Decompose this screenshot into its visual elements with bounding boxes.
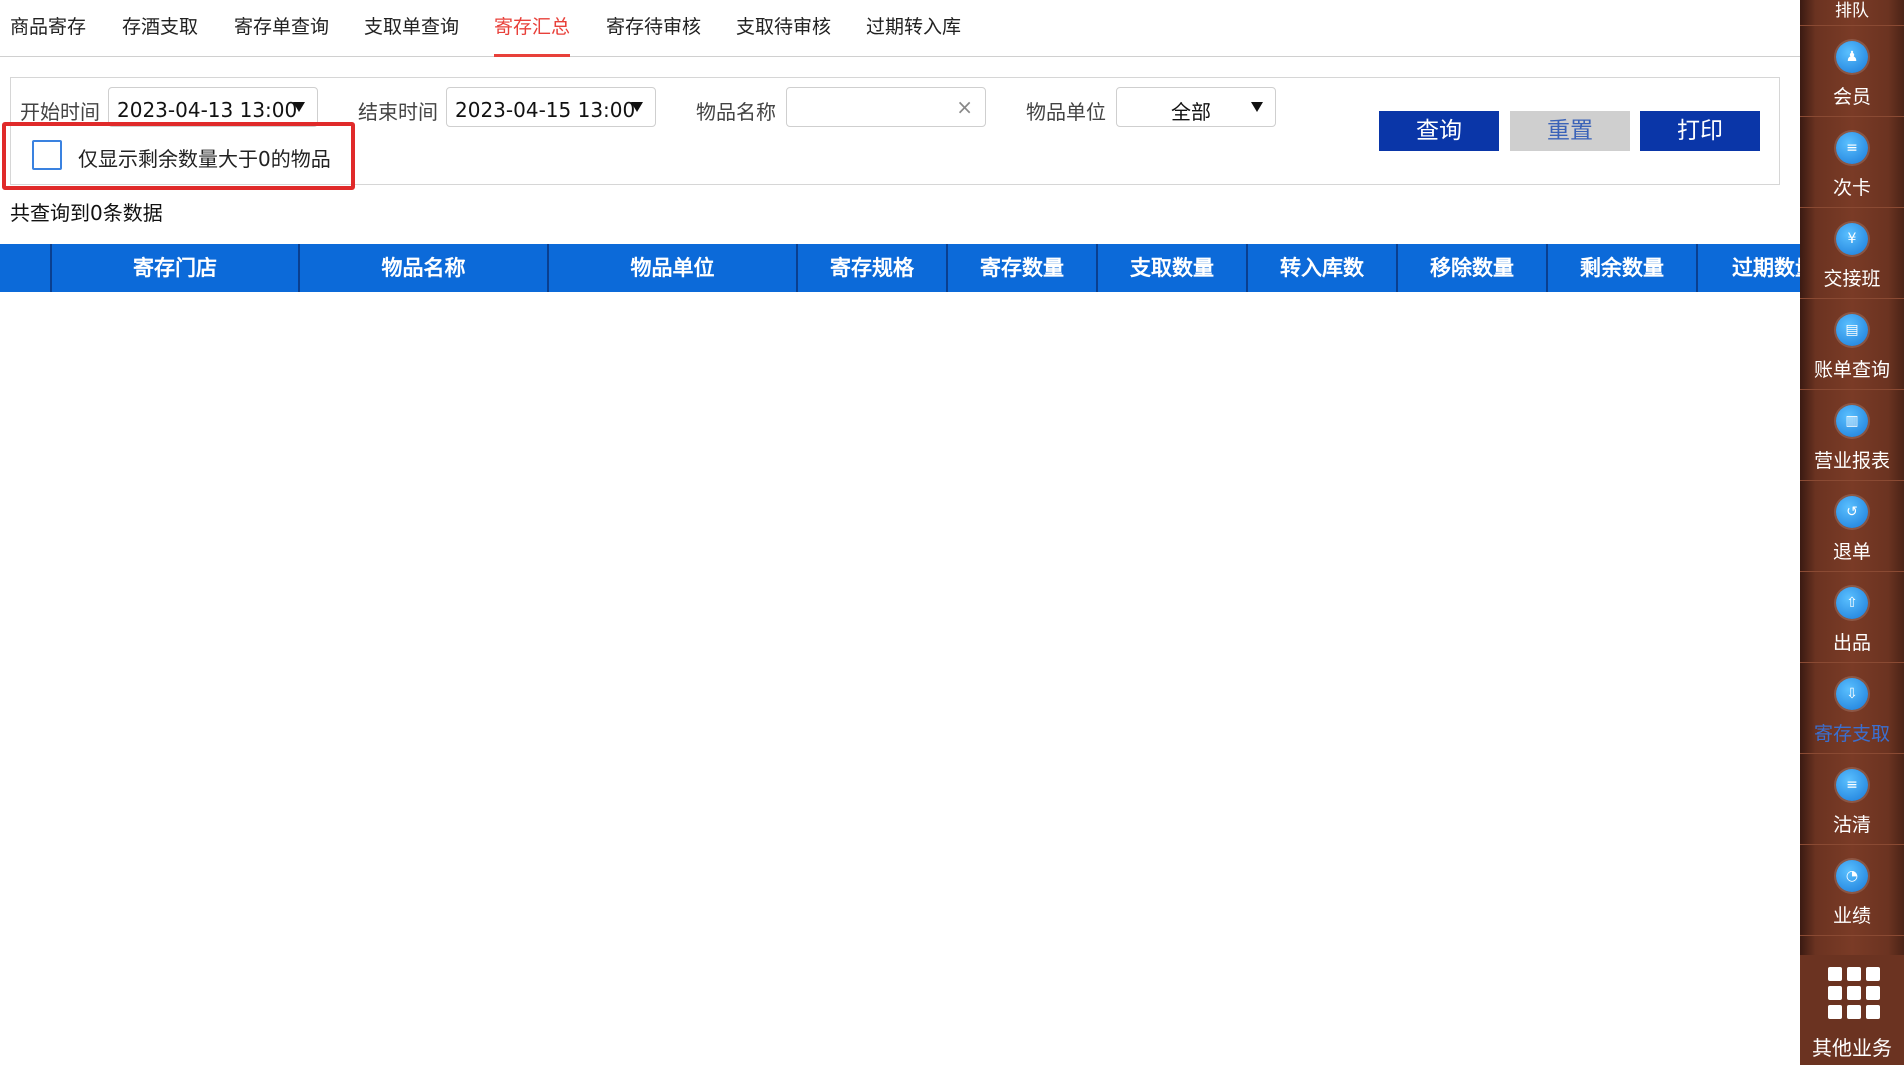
sold-out-icon: ≡: [1836, 769, 1868, 801]
query-button[interactable]: 查询: [1379, 111, 1499, 151]
only-remaining-checkbox[interactable]: [32, 140, 62, 170]
tab-goods-deposit[interactable]: 商品寄存: [10, 12, 86, 57]
column-header-item-name: 物品名称: [300, 244, 549, 292]
tab-label: 过期转入库: [866, 16, 962, 38]
sidebar-item-label: 退单: [1832, 541, 1871, 563]
column-header-withdraw-qty: 支取数量: [1098, 244, 1248, 292]
item-unit-select[interactable]: 全部: [1116, 87, 1276, 127]
sidebar-item-output[interactable]: ⇧ 出品: [1800, 572, 1904, 663]
end-time-label: 结束时间: [358, 100, 438, 124]
other-business-label: 其他业务: [1812, 1036, 1892, 1060]
shift-icon: ¥: [1836, 223, 1868, 255]
column-header-item-unit: 物品单位: [549, 244, 798, 292]
sidebar-item-deposit-withdraw[interactable]: ⇩ 寄存支取: [1800, 663, 1904, 754]
sidebar-item-sold-out[interactable]: ≡ 沽清: [1800, 754, 1904, 845]
start-time-value: 2023-04-13 13:00: [117, 98, 298, 122]
active-tab-indicator: [494, 54, 571, 57]
sidebar-item-label: 营业报表: [1813, 450, 1890, 472]
item-unit-label: 物品单位: [1026, 100, 1106, 124]
sidebar-item-label: 业绩: [1832, 905, 1871, 927]
tab-label: 商品寄存: [10, 16, 87, 38]
sidebar-item-queue-partial[interactable]: 排队: [1800, 0, 1904, 21]
column-header-removed-qty: 移除数量: [1398, 244, 1548, 292]
tab-deposit-pending-review[interactable]: 寄存待审核: [606, 12, 701, 57]
sidebar-item-label: 出品: [1832, 632, 1871, 654]
sidebar-item-performance[interactable]: ◔ 业绩: [1800, 845, 1904, 936]
tab-label: 寄存汇总: [494, 16, 571, 38]
item-name-label: 物品名称: [696, 100, 776, 124]
tab-expired-to-stock[interactable]: 过期转入库: [866, 12, 961, 57]
refund-icon: ↺: [1836, 496, 1868, 528]
chevron-down-icon: [631, 102, 643, 112]
tab-deposit-summary[interactable]: 寄存汇总: [474, 12, 590, 57]
sidebar-item-label: 账单查询: [1813, 359, 1890, 381]
column-header-select: [0, 244, 52, 292]
table-header: 寄存门店 物品名称 物品单位 寄存规格 寄存数量 支取数量 转入库数 移除数量 …: [0, 244, 1800, 292]
end-time-value: 2023-04-15 13:00: [455, 98, 636, 122]
reset-button[interactable]: 重置: [1510, 111, 1630, 151]
top-tab-bar: 商品寄存 存酒支取 寄存单查询 支取单查询 寄存汇总 寄存待审核 支取待审核 过…: [0, 0, 1800, 57]
chevron-down-icon: [293, 102, 305, 112]
column-header-remaining-qty: 剩余数量: [1548, 244, 1698, 292]
report-icon: ▥: [1836, 405, 1868, 437]
item-name-input[interactable]: [793, 94, 943, 120]
grid-icon: [1828, 967, 1880, 1019]
chevron-down-icon: [1251, 102, 1263, 112]
column-header-to-stock-qty: 转入库数: [1248, 244, 1398, 292]
start-time-select[interactable]: 2023-04-13 13:00: [108, 87, 318, 127]
performance-icon: ◔: [1836, 860, 1868, 892]
sidebar-item-label: 次卡: [1832, 177, 1871, 199]
tab-label: 寄存单查询: [234, 16, 330, 38]
result-count: 共查询到0条数据: [10, 201, 163, 225]
member-icon: ♟: [1836, 41, 1868, 73]
sidebar-item-count-card[interactable]: ≡ 次卡: [1800, 117, 1904, 208]
only-remaining-label[interactable]: 仅显示剩余数量大于0的物品: [78, 143, 331, 172]
tab-label: 存酒支取: [122, 16, 199, 38]
column-header-store: 寄存门店: [52, 244, 300, 292]
column-header-spec: 寄存规格: [798, 244, 948, 292]
sidebar-item-label: 沽清: [1832, 814, 1871, 836]
tab-label: 寄存待审核: [606, 16, 702, 38]
tab-label: 支取单查询: [364, 16, 460, 38]
sidebar-item-label: 会员: [1832, 86, 1871, 108]
bill-search-icon: ▤: [1836, 314, 1868, 346]
clear-icon[interactable]: ×: [956, 96, 973, 118]
right-sidebar: 排队 ♟ 会员 ≡ 次卡 ¥ 交接班 ▤ 账单查询 ▥ 营业报表 ↺ 退单 ⇧ …: [1800, 0, 1904, 1065]
sidebar-item-label: 寄存支取: [1813, 723, 1890, 745]
count-card-icon: ≡: [1836, 132, 1868, 164]
tab-deposit-order-query[interactable]: 寄存单查询: [234, 12, 329, 57]
sidebar-item-shift[interactable]: ¥ 交接班: [1800, 208, 1904, 299]
start-time-label: 开始时间: [20, 100, 100, 124]
sidebar-item-report[interactable]: ▥ 营业报表: [1800, 390, 1904, 481]
sidebar-item-label: 交接班: [1823, 268, 1881, 290]
other-business-button[interactable]: 其他业务: [1800, 955, 1904, 1065]
tab-withdraw-pending-review[interactable]: 支取待审核: [736, 12, 831, 57]
sidebar-item-member[interactable]: ♟ 会员: [1800, 26, 1904, 117]
sidebar-item-refund[interactable]: ↺ 退单: [1800, 481, 1904, 572]
column-header-deposit-qty: 寄存数量: [948, 244, 1098, 292]
item-name-field: ×: [786, 87, 986, 127]
output-icon: ⇧: [1836, 587, 1868, 619]
column-header-expired-qty: 过期数量: [1732, 256, 1800, 280]
tab-label: 支取待审核: [736, 16, 832, 38]
sidebar-item-bill-search[interactable]: ▤ 账单查询: [1800, 299, 1904, 390]
tab-wine-withdraw[interactable]: 存酒支取: [122, 12, 198, 57]
deposit-withdraw-icon: ⇩: [1836, 678, 1868, 710]
end-time-select[interactable]: 2023-04-15 13:00: [446, 87, 656, 127]
tab-withdraw-order-query[interactable]: 支取单查询: [364, 12, 459, 57]
print-button[interactable]: 打印: [1640, 111, 1760, 151]
